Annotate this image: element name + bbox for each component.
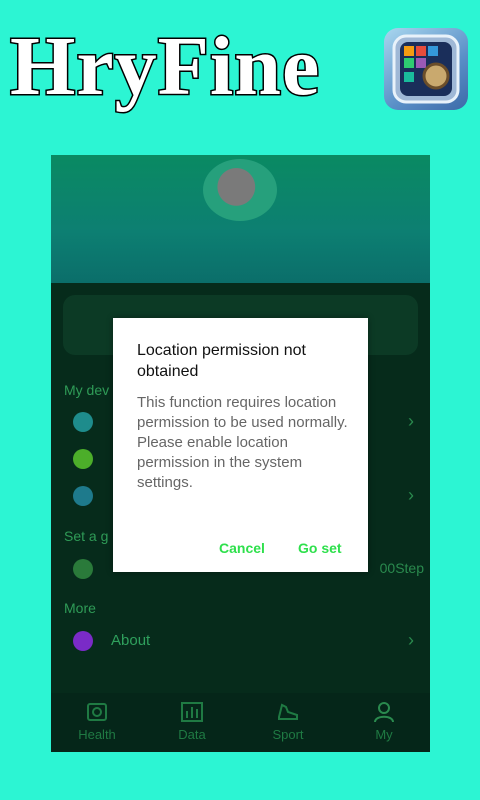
go-set-button[interactable]: Go set <box>298 540 342 556</box>
permission-dialog: Location permission not obtained This fu… <box>113 318 368 572</box>
brand-title: HryFine <box>8 19 321 115</box>
cancel-button[interactable]: Cancel <box>219 540 265 556</box>
dialog-title: Location permission not obtained <box>137 342 306 380</box>
dialog-message: This function requires location permissi… <box>137 394 348 491</box>
app-logo-icon <box>384 28 468 110</box>
